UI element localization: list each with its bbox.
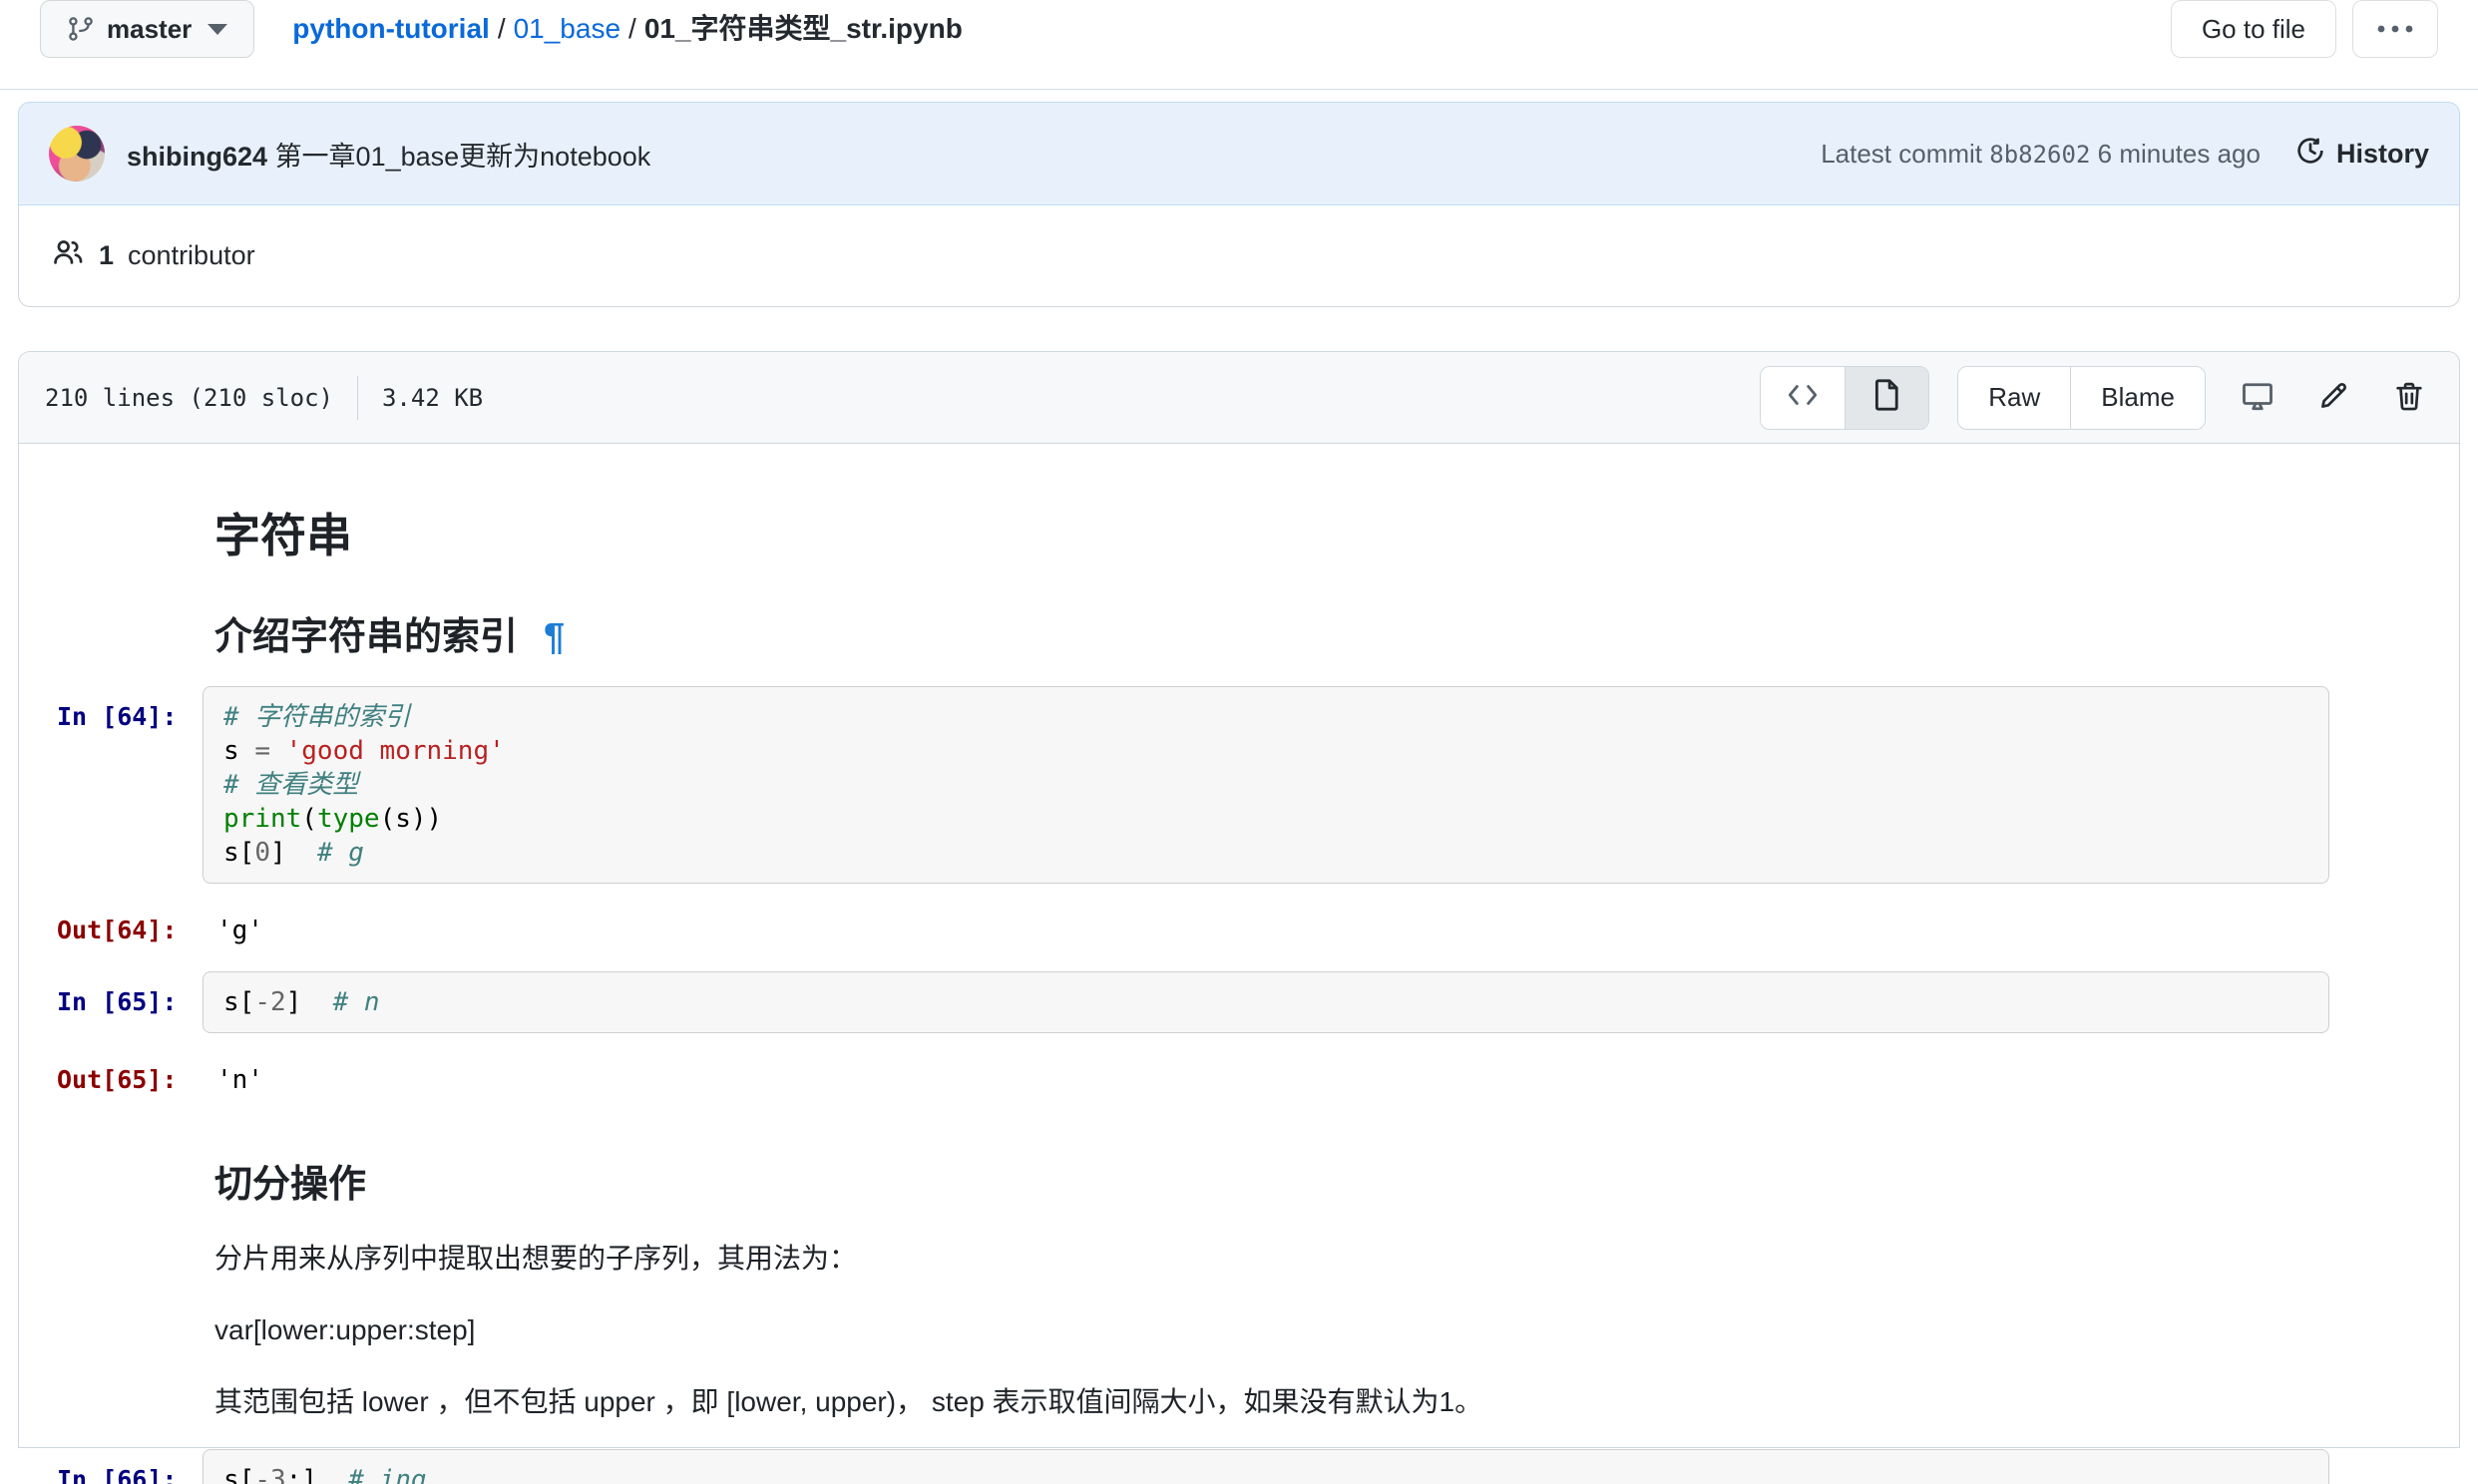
file-header-bar: 210 lines (210 sloc) 3.42 KB [19,352,2459,444]
notebook-body: 字符串介绍字符串的索引¶In [64]: # 字符串的索引 s = 'good m… [19,444,2459,1484]
rendered-view-button[interactable] [1845,367,1928,429]
latest-commit-meta: Latest commit 8b82602 6 minutes ago [1821,139,2261,170]
more-options-button[interactable] [2352,0,2438,58]
file-info: 210 lines (210 sloc) 3.42 KB [45,376,483,420]
commit-message: shibing624 第一章01_base更新为notebook [127,135,650,174]
notebook-code-cell: In [65]: s[-2] # n [19,971,2329,1033]
code-icon [1786,382,1820,413]
commit-message-text[interactable]: 第一章01_base更新为notebook [275,142,651,172]
history-link[interactable]: History [2294,135,2429,174]
branch-selector-button[interactable]: master [40,0,254,58]
heading-anchor-pilcrow-icon[interactable]: ¶ [544,616,565,658]
notebook-paragraph: var[lower:upper:step] [214,1309,2329,1351]
trash-icon-button[interactable] [2385,367,2433,429]
kebab-horizontal-icon [2375,22,2415,36]
source-view-button[interactable] [1761,367,1845,429]
breadcrumb: python-tutorial/01_base/01_字符串类型_str.ipy… [292,0,963,58]
notebook-heading: 切分操作 [214,1153,2329,1208]
notebook-code-cell: In [64]: # 字符串的索引 s = 'good morning' # 查看… [19,686,2329,884]
edit-file-button[interactable] [2309,367,2357,429]
notebook-output-cell: Out[65]:'n' [19,1049,2329,1095]
output-prompt: Out[64]: [19,900,203,944]
file-navigation-bar: master python-tutorial/01_base/01_字符串类型_… [0,0,2478,90]
raw-button[interactable]: Raw [1958,367,2070,429]
code-text: # 字符串的索引 s = 'good morning' # 查看类型 print… [223,700,2308,870]
chevron-down-icon [207,24,227,35]
author-avatar[interactable] [49,126,105,182]
breadcrumb-file-name: 01_字符串类型_str.ipynb [644,13,963,44]
commit-time: 6 minutes ago [2098,139,2261,169]
commit-header: shibing624 第一章01_base更新为notebook Latest … [18,102,2460,205]
clock-history-icon [2294,135,2326,174]
breadcrumb-folder-link[interactable]: 01_base [514,13,620,44]
raw-blame-group: Raw Blame [1957,366,2206,430]
output-text: 'g' [203,900,263,945]
commit-author-link[interactable]: shibing624 [127,142,267,172]
breadcrumb-separator: / [490,13,514,44]
notebook-code-cell: In [66]: s[-3:] # ing [19,1449,2329,1484]
contributor-label: contributor [128,240,255,271]
code-text: s[-3:] # ing [223,1463,2308,1484]
breadcrumb-separator: / [620,13,644,44]
history-label: History [2336,139,2429,170]
code-input-area[interactable]: s[-2] # n [203,971,2329,1033]
file-size: 3.42 KB [382,384,483,412]
notebook-heading: 介绍字符串的索引¶ [214,605,2329,660]
notebook-paragraph: 分片用来从序列中提取出想要的子序列，其用法为： [214,1238,2329,1280]
code-input-area[interactable]: # 字符串的索引 s = 'good morning' # 查看类型 print… [203,686,2329,884]
file-icon [1872,378,1902,417]
blame-button[interactable]: Blame [2070,367,2205,429]
latest-commit-box: shibing624 第一章01_base更新为notebook Latest … [18,102,2460,307]
notebook-heading: 字符串 [214,500,2329,565]
pencil-icon [2316,379,2350,416]
output-prompt: Out[65]: [19,1049,203,1094]
commit-hash-link[interactable]: 8b82602 [1989,141,2090,169]
input-prompt: In [65]: [19,971,203,1016]
file-content-box: 210 lines (210 sloc) 3.42 KB [18,351,2460,1448]
contributor-count: 1 [99,240,114,271]
go-to-file-button[interactable]: Go to file [2171,0,2336,58]
notebook-output-cell: Out[64]:'g' [19,900,2329,945]
trash-icon [2392,379,2426,416]
breadcrumb-repo-link[interactable]: python-tutorial [292,13,490,44]
latest-commit-label: Latest commit [1821,139,1982,169]
code-input-area[interactable]: s[-3:] # ing [203,1449,2329,1484]
view-toggle-group [1760,366,1929,430]
branch-name: master [107,14,192,45]
input-prompt: In [66]: [19,1449,203,1484]
people-icon [51,235,85,276]
code-text: s[-2] # n [223,985,2308,1019]
contributors-row[interactable]: 1 contributor [18,205,2460,307]
open-in-desktop-button[interactable] [2234,367,2281,429]
file-info-divider [357,376,358,420]
file-lines-info: 210 lines (210 sloc) [45,384,333,412]
monitor-icon [2240,378,2275,417]
git-branch-icon [67,15,95,43]
notebook-paragraph: 其范围包括 lower ，但不包括 upper ，即 [lower, upper… [214,1381,2329,1423]
input-prompt: In [64]: [19,686,203,731]
output-text: 'n' [203,1049,263,1095]
